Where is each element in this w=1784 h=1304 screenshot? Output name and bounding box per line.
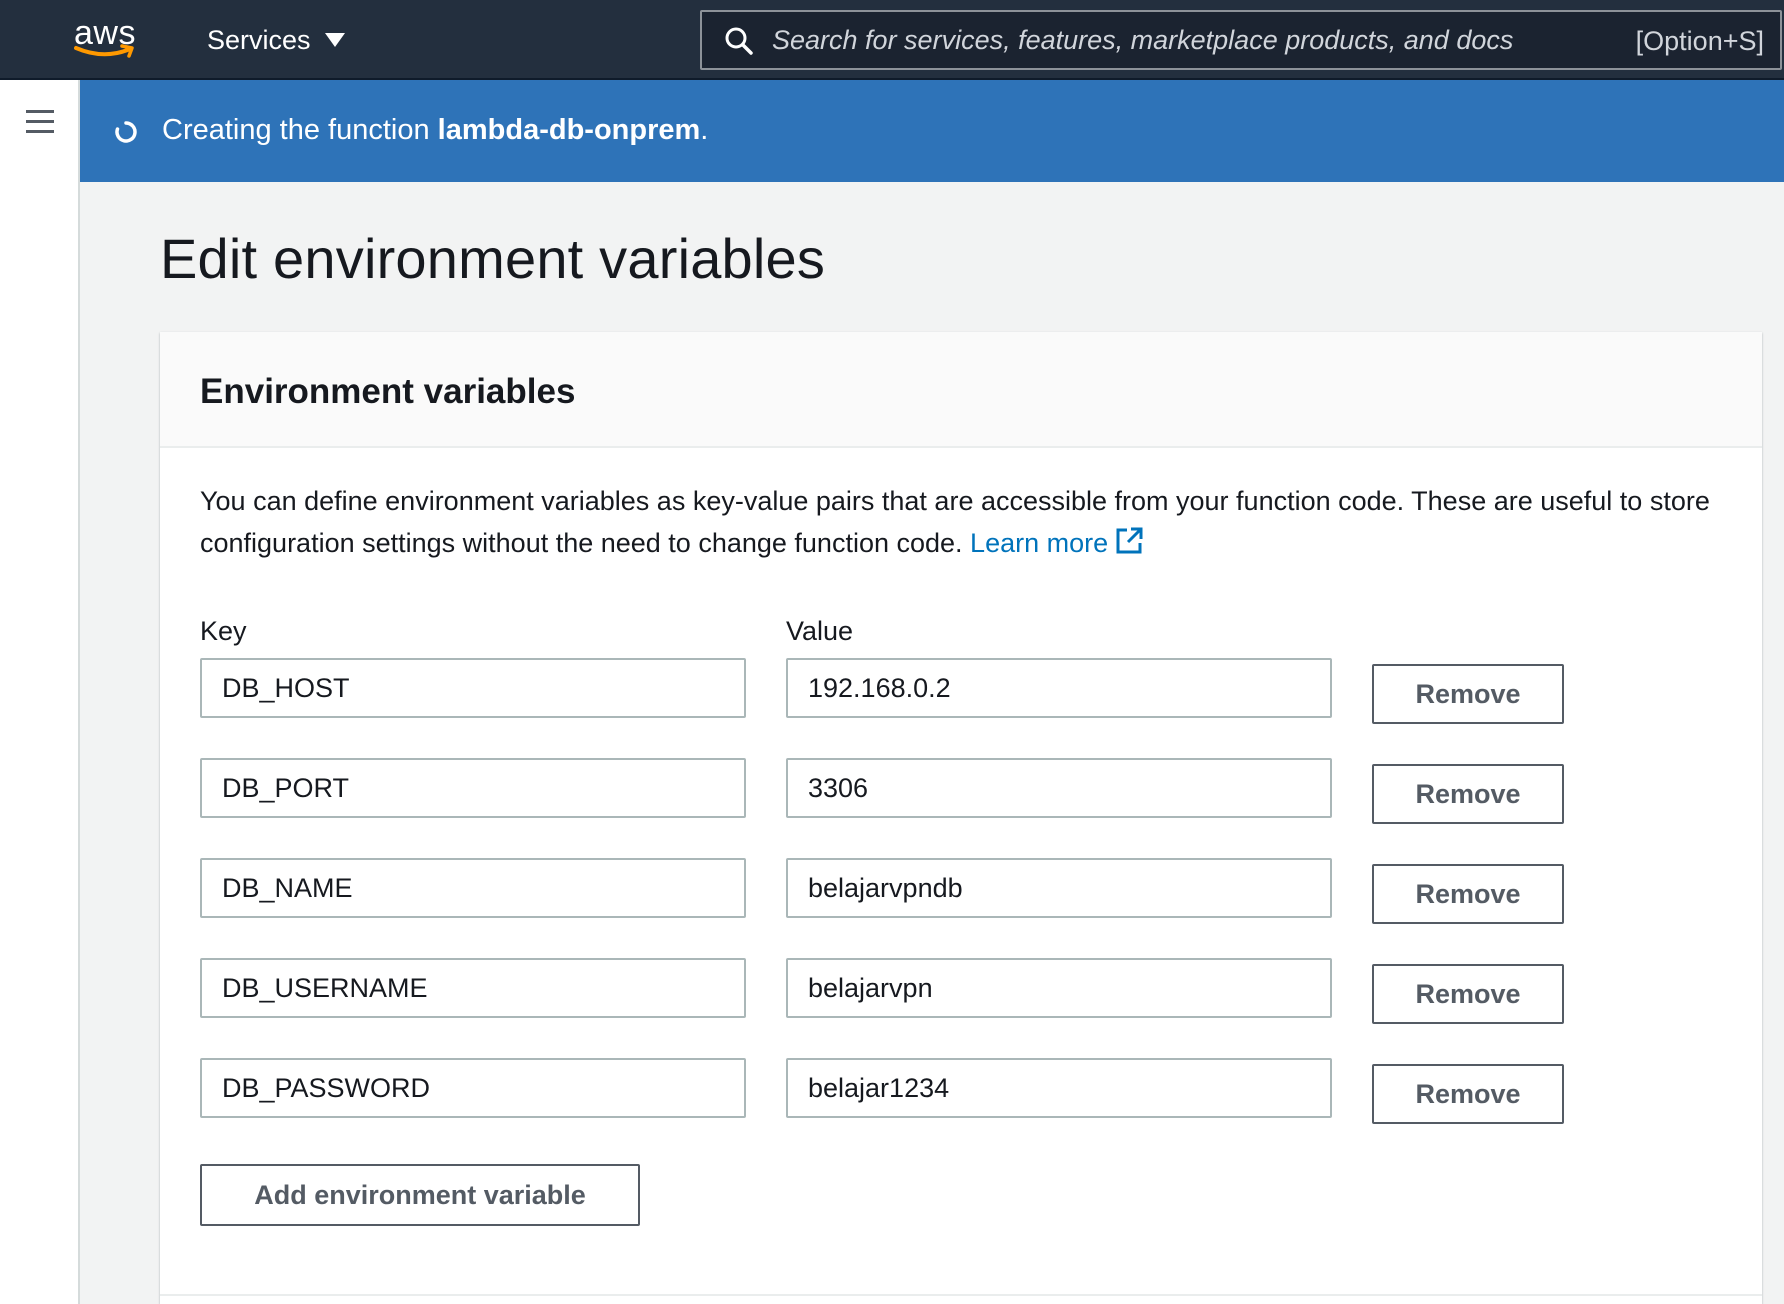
description-text: You can define environment variables as … [200,486,1710,558]
env-value-input[interactable] [786,1058,1332,1118]
panel-title: Environment variables [200,372,576,411]
external-link-icon [1116,527,1143,554]
page-title: Edit environment variables [160,227,826,290]
environment-variables-panel: Environment variables You can define env… [160,332,1762,1304]
panel-divider [160,1294,1762,1296]
remove-button[interactable]: Remove [1372,664,1564,724]
env-key-input[interactable] [200,958,746,1018]
flash-message-suffix: . [700,114,709,146]
aws-logo[interactable]: aws [72,14,144,62]
remove-button[interactable]: Remove [1372,1064,1564,1124]
env-key-input[interactable] [200,758,746,818]
env-value-input[interactable] [786,758,1332,818]
search-icon [725,27,753,55]
remove-button[interactable]: Remove [1372,964,1564,1024]
env-variable-row: Remove [200,958,1600,1024]
env-key-input[interactable] [200,858,746,918]
caret-down-icon [324,33,345,47]
remove-button[interactable]: Remove [1372,864,1564,924]
flash-banner: Creating the function lambda-db-onprem. [80,80,1784,182]
panel-header: Environment variables [160,332,1762,448]
add-environment-variable-button[interactable]: Add environment variable [200,1164,640,1226]
value-column-label: Value [786,616,854,646]
learn-more-link[interactable]: Learn more [970,527,1144,558]
env-variable-row: Remove [200,658,1600,724]
env-value-input[interactable] [786,958,1332,1018]
services-label: Services [207,24,311,55]
loading-spinner-icon [115,121,137,143]
learn-more-label: Learn more [970,528,1109,558]
env-variable-row: Remove [200,758,1600,824]
menu-icon[interactable] [26,110,54,134]
flash-message: Creating the function lambda-db-onprem. [162,114,708,147]
env-value-input[interactable] [786,858,1332,918]
env-value-input[interactable] [786,658,1332,718]
search-bar[interactable]: [Option+S] [700,10,1782,70]
side-navigation-strip [0,80,80,1304]
search-input[interactable] [772,20,1572,60]
key-column-label: Key [200,616,247,646]
aws-smile-icon [74,44,134,58]
env-key-input[interactable] [200,1058,746,1118]
env-key-input[interactable] [200,658,746,718]
env-variable-row: Remove [200,1058,1600,1124]
remove-button[interactable]: Remove [1372,764,1564,824]
env-variable-row: Remove [200,858,1600,924]
panel-description: You can define environment variables as … [200,480,1730,564]
search-shortcut-hint: [Option+S] [1635,26,1764,56]
top-navigation: aws Services [Option+S] [0,0,1784,80]
function-name: lambda-db-onprem [437,114,701,146]
services-menu-button[interactable]: Services [207,22,345,58]
flash-message-prefix: Creating the function [162,114,438,146]
